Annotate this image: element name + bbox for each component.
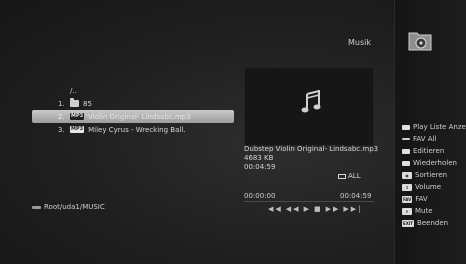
menu-label: Mute xyxy=(415,207,433,215)
menu-item-edit[interactable]: Editieren xyxy=(402,145,466,157)
mute-key-icon: ✕ xyxy=(402,207,412,215)
menu-label: FAV All xyxy=(413,135,437,143)
breadcrumb: Root/uda1/MUSIC xyxy=(32,203,105,211)
folder-icon xyxy=(70,98,79,107)
playback-controls: ◀◀ ◀◀ ▶ ■ ▶▶ ▶▶| xyxy=(268,205,362,213)
menu-item-fav[interactable]: FAV FAV xyxy=(402,193,466,205)
list-item-label: /.. xyxy=(70,86,77,95)
menu-item-sort[interactable]: ◉ Sortieren xyxy=(402,169,466,181)
rewind-icon[interactable]: ◀◀ xyxy=(286,205,301,213)
menu-item-fav-all[interactable]: FAV All xyxy=(402,133,466,145)
list-item-label: 85 xyxy=(83,99,92,108)
list-item-parent[interactable]: /.. xyxy=(58,84,236,97)
list-item-index: 3. xyxy=(58,125,65,134)
menu-label: Volume xyxy=(415,183,442,191)
menu-item-exit[interactable]: EXIT Beenden xyxy=(402,217,466,229)
menu-label: FAV xyxy=(415,195,428,203)
file-list: /.. 1. 85 2. MP3 Violin Original- Lindsa… xyxy=(32,84,236,136)
volume-key-icon: ↕ xyxy=(402,183,412,191)
album-art xyxy=(244,67,374,146)
play-icon[interactable]: ▶ xyxy=(304,205,311,213)
forward-fast-icon[interactable]: ▶▶| xyxy=(343,205,362,213)
menu-item-volume[interactable]: ↕ Volume xyxy=(402,181,466,193)
options-menu: Play Liste Anzeige FAV All Editieren Wie… xyxy=(402,121,466,229)
list-item-folder[interactable]: 1. 85 xyxy=(58,97,236,110)
list-item-selected[interactable]: 2. MP3 Violin Original- Lindsabc.mp3 xyxy=(32,110,234,123)
music-note-icon xyxy=(301,90,321,113)
exit-key-icon: EXIT xyxy=(402,219,415,227)
page-title: Musik xyxy=(348,38,371,47)
track-size: 4683 KB xyxy=(244,154,274,162)
menu-item-repeat[interactable]: Wiederholen xyxy=(402,157,466,169)
menu-label: Play Liste Anzeige xyxy=(413,123,466,131)
menu-label: Sortieren xyxy=(415,171,448,179)
menu-item-mute[interactable]: ✕ Mute xyxy=(402,205,466,217)
blue-key-icon xyxy=(402,160,410,166)
rewind-fast-icon[interactable]: ◀◀ xyxy=(268,205,283,213)
repeat-mode: ALL xyxy=(338,172,361,180)
track-info: Dubstep Violin Original- Lindsabc.mp3 46… xyxy=(244,145,378,172)
path-text: Root/uda1/MUSIC xyxy=(44,203,105,211)
track-duration: 00:04:59 xyxy=(244,163,276,171)
list-item-index: 2. xyxy=(58,112,65,121)
progress-bar[interactable] xyxy=(244,201,374,202)
list-item-label: Violin Original- Lindsabc.mp3 xyxy=(88,112,191,121)
mp3-icon: MP3 xyxy=(70,126,85,133)
menu-item-playlist[interactable]: Play Liste Anzeige xyxy=(402,121,466,133)
menu-label: Editieren xyxy=(413,147,445,155)
red-key-icon xyxy=(402,124,410,130)
sort-key-icon: ◉ xyxy=(402,171,412,179)
time-elapsed: 00:00:00 xyxy=(244,192,276,200)
mp3-icon: MP3 xyxy=(70,113,85,120)
list-item[interactable]: 3. MP3 Miley Cyrus - Wrecking Ball. xyxy=(58,123,236,136)
list-item-index: 1. xyxy=(58,99,65,108)
path-arrow-icon xyxy=(32,205,41,209)
music-folder-icon xyxy=(408,32,432,51)
track-filename: Dubstep Violin Original- Lindsabc.mp3 xyxy=(244,145,379,153)
menu-label: Beenden xyxy=(417,219,449,227)
fav-key-icon: FAV xyxy=(402,195,413,203)
stop-icon[interactable]: ■ xyxy=(314,205,323,213)
repeat-label: ALL xyxy=(348,172,361,180)
list-item-label: Miley Cyrus - Wrecking Ball. xyxy=(88,125,186,134)
green-key-icon xyxy=(402,138,410,140)
repeat-icon xyxy=(338,173,346,179)
forward-icon[interactable]: ▶▶ xyxy=(326,205,341,213)
menu-label: Wiederholen xyxy=(413,159,457,167)
time-total: 00:04:59 xyxy=(340,192,372,200)
yellow-key-icon xyxy=(402,148,410,154)
